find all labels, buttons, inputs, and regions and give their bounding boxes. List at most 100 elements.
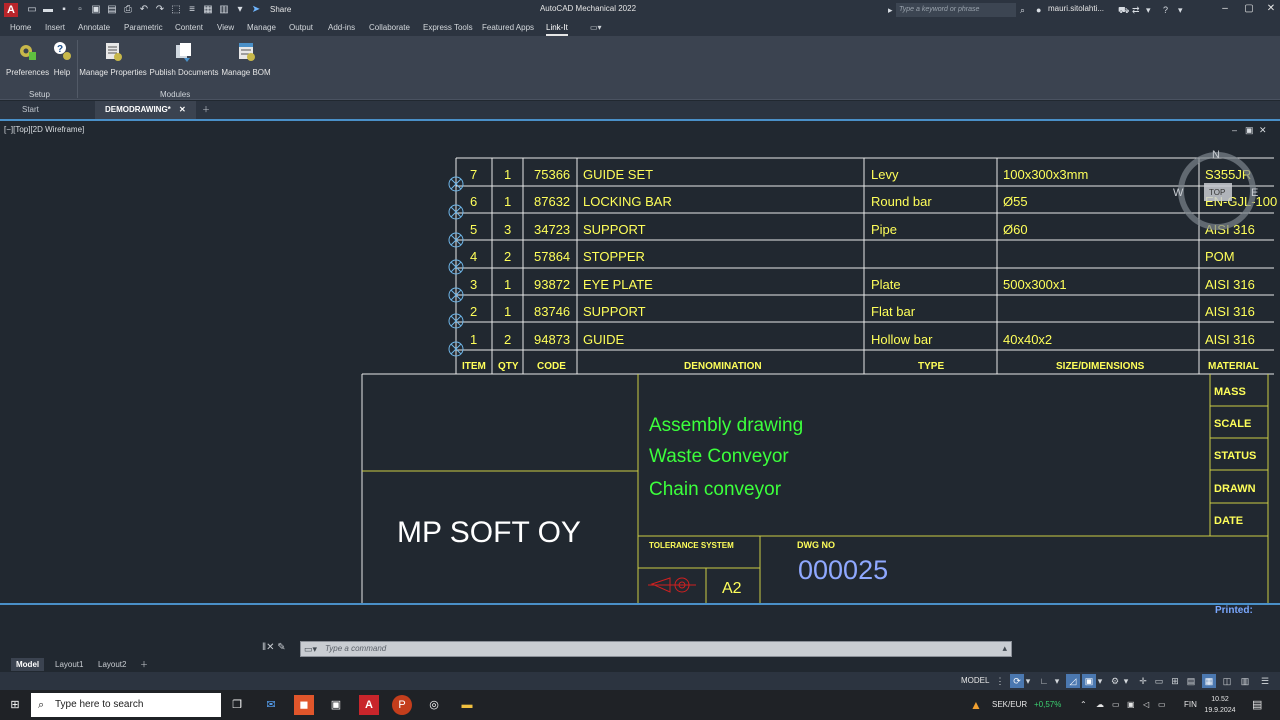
viewcube-north[interactable]: N	[1212, 149, 1220, 161]
workspace-dropdown-icon[interactable]: ▾	[1122, 674, 1130, 688]
isodraft-icon[interactable]: ◿	[1066, 674, 1080, 688]
ortho-icon[interactable]: ∟	[1038, 674, 1050, 688]
tab-insert[interactable]: Insert	[45, 22, 65, 34]
tray-expand-icon[interactable]: ⌃	[1080, 690, 1087, 720]
tab-annotate[interactable]: Annotate	[78, 22, 110, 34]
isolate-icon[interactable]: ▭	[1152, 674, 1166, 688]
object-snap-dropdown-icon[interactable]: ▾	[1096, 674, 1104, 688]
viewcube-east[interactable]: E	[1251, 187, 1258, 199]
layout-tab-layout1[interactable]: Layout1	[50, 658, 88, 671]
close-tab-icon[interactable]: ✕	[179, 105, 186, 114]
grid-icon[interactable]: ⋮	[994, 674, 1006, 688]
panel-modules-label[interactable]: Modules	[160, 90, 190, 99]
tab-add-ins[interactable]: Add-ins	[328, 22, 355, 34]
taskbar-search-input[interactable]: ⌕ Type here to search	[31, 693, 221, 717]
clean-screen-icon[interactable]: ▥	[1238, 674, 1252, 688]
tab-manage[interactable]: Manage	[247, 22, 276, 34]
panel-setup-label[interactable]: Setup	[29, 90, 50, 99]
manage-bom-button[interactable]: Manage BOM	[221, 40, 271, 77]
bom-row-5-code: 34723	[534, 222, 570, 237]
file-tab-demodrawing[interactable]: DEMODRAWING* ✕	[95, 101, 196, 119]
windows-start-icon[interactable]: ⊞	[5, 695, 25, 715]
tab-express-tools[interactable]: Express Tools	[423, 22, 473, 34]
model-space-toggle[interactable]: MODEL	[958, 675, 992, 687]
tab-link-it[interactable]: Link-It	[546, 22, 568, 36]
office-icon[interactable]: ◼	[294, 695, 314, 715]
command-line[interactable]: ▭▾ Type a command ▴	[300, 641, 1012, 657]
polar-icon[interactable]: ▾	[1052, 674, 1062, 688]
user-account[interactable]: mauri.sitolahti...	[1048, 4, 1104, 13]
quick-properties-icon[interactable]: ▤	[1184, 674, 1198, 688]
bom-row-2-item: 2	[470, 304, 477, 319]
viewcube[interactable]: TOP N W E	[1173, 149, 1258, 230]
help-icon[interactable]: ?	[1163, 3, 1168, 17]
store-icon[interactable]: ▣	[326, 695, 346, 715]
minimize-icon[interactable]: –	[1218, 2, 1232, 16]
tab-featured-apps[interactable]: Featured Apps	[482, 22, 534, 34]
command-line-close-icon[interactable]: ‖✕ ✎	[262, 642, 286, 653]
annotation-scale-icon[interactable]: ✛	[1136, 674, 1150, 688]
preferences-button[interactable]: Preferences	[6, 40, 49, 77]
workspace-gear-icon[interactable]: ⚙	[1108, 674, 1122, 688]
file-tab-start[interactable]: Start	[12, 101, 49, 119]
onedrive-icon[interactable]: ☁	[1096, 690, 1104, 720]
task-view-icon[interactable]: ❐	[227, 695, 247, 715]
file-explorer-icon[interactable]: ▬	[457, 695, 477, 715]
network-icon[interactable]: ▭	[1112, 690, 1120, 720]
language-indicator[interactable]: FIN	[1184, 690, 1197, 720]
tab-output[interactable]: Output	[289, 22, 313, 34]
help-search-input[interactable]: Type a keyword or phrase	[896, 3, 1016, 17]
notifications-icon[interactable]: ▤	[1252, 690, 1262, 720]
publish-documents-button[interactable]: Publish Documents	[149, 40, 219, 77]
bom-row-1-type: Hollow bar	[871, 332, 933, 347]
tab-content[interactable]: Content	[175, 22, 203, 34]
exchange-icon[interactable]: ⇄	[1132, 3, 1140, 17]
tab-view[interactable]: View	[217, 22, 234, 34]
customization-icon[interactable]: ☰	[1258, 674, 1272, 688]
lock-ui-icon[interactable]: ▦	[1202, 674, 1216, 688]
viewcube-west[interactable]: W	[1173, 187, 1184, 199]
model-viewport[interactable]: [−][Top][2D Wireframe] – ▣ ✕ 7 1 75366 G…	[0, 121, 1280, 603]
maximize-icon[interactable]: ▢	[1242, 2, 1256, 16]
help-dropdown-icon[interactable]: ▾	[1178, 3, 1183, 17]
user-icon[interactable]: ●	[1036, 3, 1041, 17]
object-snap-icon[interactable]: ▣	[1082, 674, 1096, 688]
powerpoint-icon[interactable]: P	[392, 695, 412, 715]
screen-recorder-icon[interactable]: ◎	[424, 695, 444, 715]
bom-header-code: CODE	[537, 361, 566, 372]
search-expand-icon[interactable]: ▸	[888, 3, 893, 17]
cart-icon[interactable]: ⛟	[1118, 3, 1129, 17]
mail-icon[interactable]: ✉	[261, 695, 281, 715]
system-clock[interactable]: 10.52 19.9.2024	[1196, 694, 1244, 716]
file-tab-label: DEMODRAWING*	[105, 105, 171, 114]
help-button[interactable]: ? Help	[50, 40, 74, 77]
viewcube-top[interactable]: TOP	[1209, 188, 1225, 197]
layout-tab-model[interactable]: Model	[11, 658, 45, 671]
display-icon[interactable]: ▣	[1127, 690, 1135, 720]
tab-collaborate[interactable]: Collaborate	[369, 22, 410, 34]
tab-parametric[interactable]: Parametric	[124, 22, 163, 34]
autocad-taskbar-icon[interactable]: A	[359, 695, 379, 715]
network-icon[interactable]: ▾	[1146, 3, 1151, 17]
layout-tab-layout2[interactable]: Layout2	[93, 658, 131, 671]
wifi-icon[interactable]: ▭	[1158, 690, 1166, 720]
command-history-icon[interactable]: ▴	[1002, 643, 1007, 654]
units-icon[interactable]: ⊞	[1168, 674, 1182, 688]
mechanical-icon[interactable]: ◫	[1220, 674, 1234, 688]
command-input[interactable]: Type a command	[325, 644, 386, 653]
currency-pair[interactable]: SEK/EUR	[992, 690, 1027, 720]
new-tab-button[interactable]: ＋	[192, 101, 220, 119]
close-icon[interactable]: ✕	[1264, 2, 1278, 16]
snap-icon[interactable]: ⟳	[1010, 674, 1024, 688]
add-layout-button[interactable]: ＋	[135, 658, 153, 671]
layout-tabs: Model Layout1 Layout2 ＋	[0, 657, 1280, 672]
ribbon-minimize-icon[interactable]: ▭▾	[590, 22, 602, 34]
command-icon[interactable]: ▭▾	[304, 644, 317, 655]
bom-row-4-item: 4	[470, 249, 477, 264]
tab-home[interactable]: Home	[10, 22, 31, 34]
snap-dropdown-icon[interactable]: ▾	[1024, 674, 1032, 688]
manage-properties-button[interactable]: Manage Properties	[79, 40, 147, 77]
currency-widget-icon[interactable]: ▲	[970, 690, 982, 720]
volume-icon[interactable]: ◁	[1143, 690, 1149, 720]
search-icon[interactable]: ⌕	[1020, 3, 1025, 17]
